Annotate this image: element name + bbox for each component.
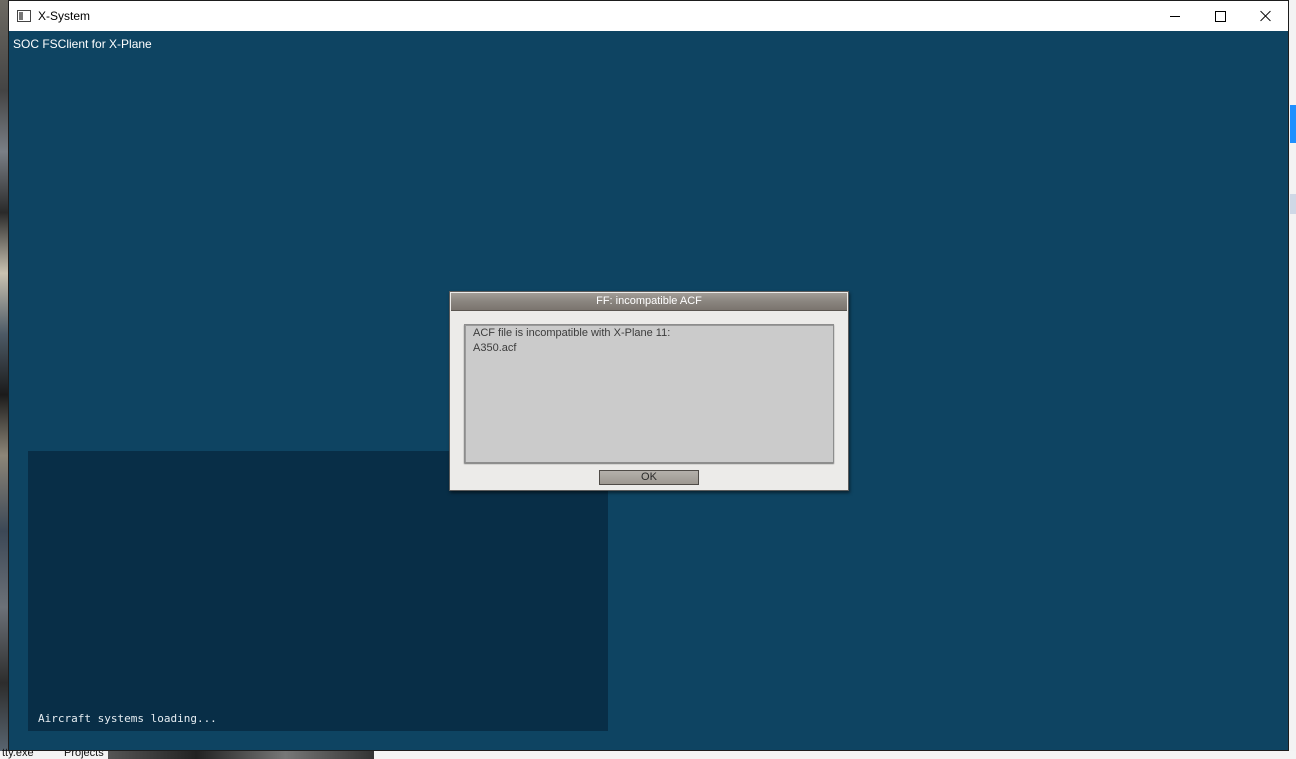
dialog-message-box: ACF file is incompatible with X-Plane 11… bbox=[464, 324, 834, 463]
close-icon bbox=[1260, 10, 1272, 22]
minimize-button[interactable] bbox=[1152, 1, 1198, 31]
desktop-left-edge bbox=[0, 0, 8, 759]
maximize-button[interactable] bbox=[1197, 1, 1243, 31]
desktop-right-edge bbox=[1289, 0, 1296, 759]
close-button[interactable] bbox=[1243, 1, 1289, 31]
title-bar[interactable]: X-System bbox=[9, 1, 1288, 31]
loading-log-panel: Aircraft systems loading... bbox=[28, 451, 608, 731]
incompatible-acf-dialog: FF: incompatible ACF ACF file is incompa… bbox=[449, 291, 849, 491]
app-icon[interactable] bbox=[17, 10, 31, 22]
dialog-message-line-2: A350.acf bbox=[473, 342, 517, 354]
maximize-icon bbox=[1214, 10, 1226, 22]
plugin-label: SOC FSClient for X-Plane bbox=[13, 37, 152, 51]
loading-message: Aircraft systems loading... bbox=[38, 712, 217, 725]
minimize-icon bbox=[1170, 15, 1180, 17]
desktop-highlight bbox=[1290, 105, 1296, 143]
desktop-bottom-edge: tty.exe Projects bbox=[0, 747, 1296, 759]
desktop-highlight-grey bbox=[1290, 194, 1296, 214]
dialog-message-line-1: ACF file is incompatible with X-Plane 11… bbox=[473, 327, 671, 339]
x-system-window: X-System SOC FSClient for X-Plane Aircra… bbox=[8, 0, 1289, 751]
window-title: X-System bbox=[38, 9, 91, 23]
simulator-viewport[interactable]: SOC FSClient for X-Plane Aircraft system… bbox=[9, 31, 1288, 750]
dialog-title[interactable]: FF: incompatible ACF bbox=[451, 293, 847, 311]
ok-button[interactable]: OK bbox=[599, 470, 699, 485]
desktop-thumbnail bbox=[108, 751, 374, 759]
